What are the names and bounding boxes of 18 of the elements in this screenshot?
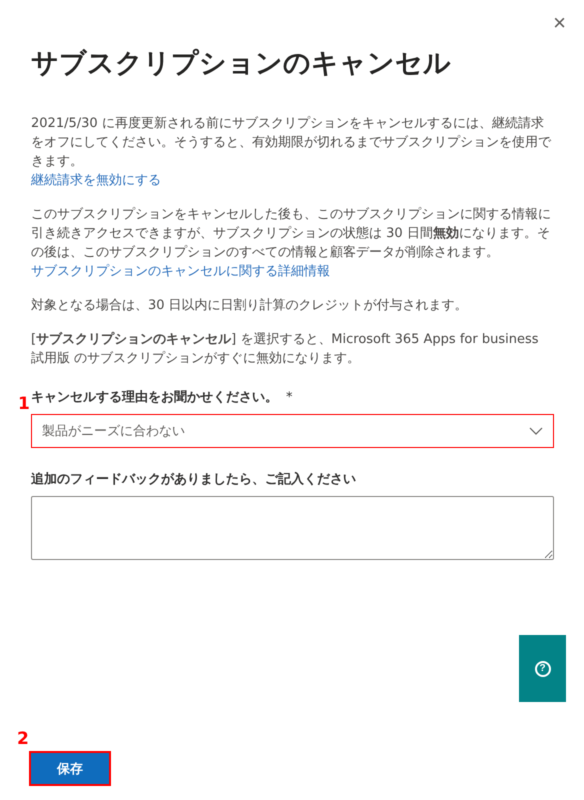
feedback-label: 追加のフィードバックがありましたら、ご記入ください	[31, 470, 356, 489]
info-link[interactable]: 継続請求を無効にする	[31, 171, 161, 190]
info-paragraph: 2021/5/30 に再度更新される前にサブスクリプションをキャンセルするには、継続請求をオフにしてください。そうすると、有効期限が切れるまでサブスクリプションを使用できます。	[31, 115, 552, 171]
callout-number: 1	[18, 394, 30, 414]
chevron-down-icon	[529, 427, 543, 435]
info-paragraph: 対象となる場合は、30 日以内に日割り計算のクレジットが付与されます。	[31, 297, 468, 315]
panel-title: サブスクリプションのキャンセル	[31, 47, 452, 81]
save-button[interactable]: 保存	[31, 753, 109, 784]
help-button[interactable]: ?	[519, 635, 566, 702]
close-button[interactable]: ×	[549, 12, 570, 34]
reason-label: キャンセルする理由をお聞かせください。	[31, 389, 278, 407]
info-link[interactable]: サブスクリプションのキャンセルに関する詳細情報	[31, 262, 330, 281]
feedback-field[interactable]	[31, 496, 554, 560]
required-mark: *	[286, 390, 292, 405]
callout-number: 2	[17, 729, 29, 749]
info-paragraph: [サブスクリプションのキャンセル] を選択すると、Microsoft 365 Apps for business 試用版 のサブスクリプションがすぐに無効になります。	[31, 330, 540, 368]
info-paragraph: このサブスクリプションをキャンセルした後も、このサブスクリプションに関する情報に引き続きアクセスできますが、サブスクリプションの状態は 30 日間無効になります。その後は、このサブスクリプションのすべての情報と顧客データが削除されます。	[31, 206, 552, 262]
reason-dropdown[interactable]: 製品がニーズに合わない	[31, 414, 554, 448]
